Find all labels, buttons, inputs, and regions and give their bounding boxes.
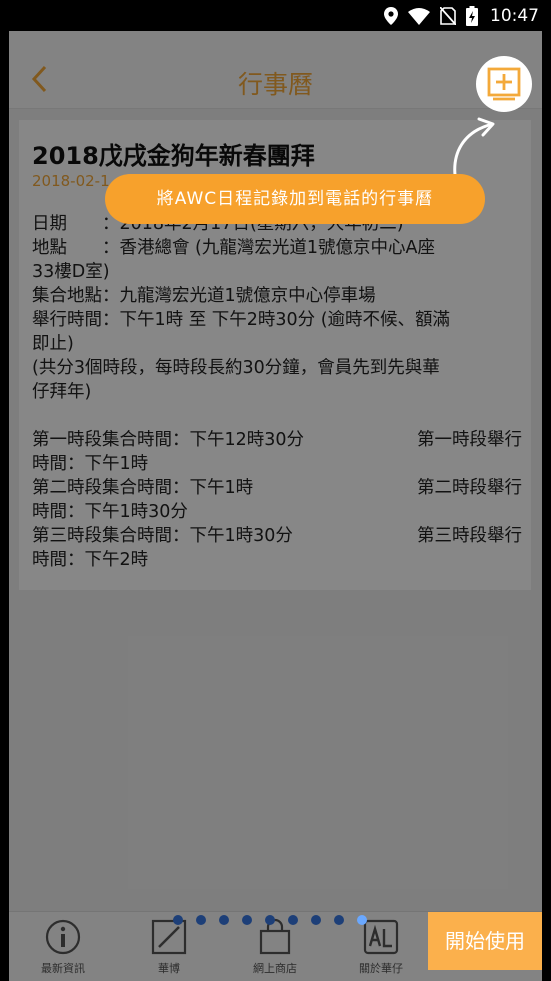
- page-dot[interactable]: [242, 915, 252, 925]
- page-indicator: [173, 915, 367, 925]
- start-button[interactable]: 開始使用: [428, 912, 542, 970]
- page-dot[interactable]: [173, 915, 183, 925]
- wifi-icon: [408, 8, 430, 25]
- app-screen: 行事曆 2018戊戌金狗年新春團拜 2018-02-1 日期 ：2018年2月1…: [9, 31, 542, 981]
- onboarding-hint: 將AWC日程記錄加到電話的行事曆: [105, 174, 485, 224]
- page-dot[interactable]: [219, 915, 229, 925]
- add-to-calendar-button[interactable]: [476, 56, 532, 112]
- page-dot[interactable]: [288, 915, 298, 925]
- page-dot[interactable]: [334, 915, 344, 925]
- location-icon: [384, 7, 398, 25]
- status-bar: 10:47: [0, 0, 551, 31]
- add-calendar-icon: [487, 67, 521, 101]
- page-dot-active[interactable]: [357, 915, 367, 925]
- battery-charging-icon: [466, 6, 478, 26]
- page-dot[interactable]: [265, 915, 275, 925]
- page-dot[interactable]: [311, 915, 321, 925]
- no-sim-icon: [440, 7, 456, 25]
- page-dot[interactable]: [196, 915, 206, 925]
- hint-arrow-icon: [453, 117, 495, 177]
- status-time: 10:47: [490, 6, 539, 26]
- status-icons: 10:47: [384, 5, 539, 27]
